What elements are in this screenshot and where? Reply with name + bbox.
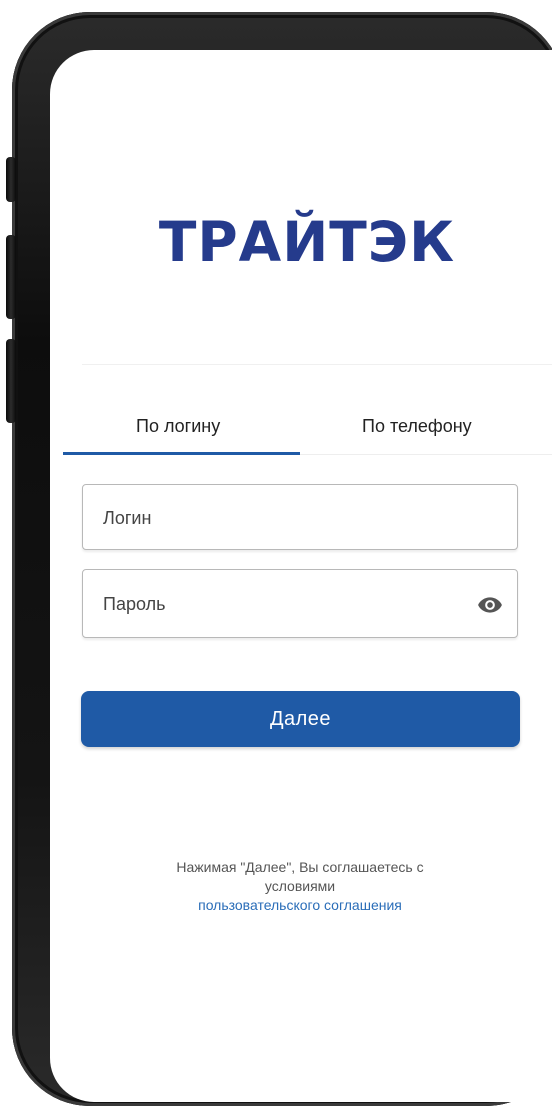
password-input[interactable]	[101, 570, 465, 639]
password-field	[82, 569, 518, 639]
side-button-top	[6, 157, 16, 202]
phone-frame: ТРАЙТЭК По логину По телефону Далее Нажи…	[6, 12, 552, 1106]
terms-link[interactable]: пользовательского соглашения	[110, 896, 490, 915]
eye-icon[interactable]	[477, 592, 503, 618]
active-tab-indicator	[63, 452, 300, 455]
next-button[interactable]: Далее	[81, 691, 520, 747]
side-button-volume-up	[6, 235, 16, 319]
header-divider	[82, 364, 552, 365]
tab-by-phone[interactable]: По телефону	[362, 416, 472, 437]
tab-by-login[interactable]: По логину	[136, 416, 220, 437]
terms-text-line1: Нажимая "Далее", Вы соглашаетесь с	[176, 859, 424, 875]
login-field	[82, 484, 518, 551]
terms-notice: Нажимая "Далее", Вы соглашаетесь с услов…	[110, 858, 490, 915]
terms-text-line2: условиями	[264, 878, 336, 894]
side-button-volume-down	[6, 339, 16, 423]
brand-logo: ТРАЙТЭК	[158, 210, 456, 274]
login-input[interactable]	[101, 485, 465, 551]
app-screen: ТРАЙТЭК По логину По телефону Далее Нажи…	[50, 50, 552, 1102]
tab-baseline	[300, 454, 552, 455]
